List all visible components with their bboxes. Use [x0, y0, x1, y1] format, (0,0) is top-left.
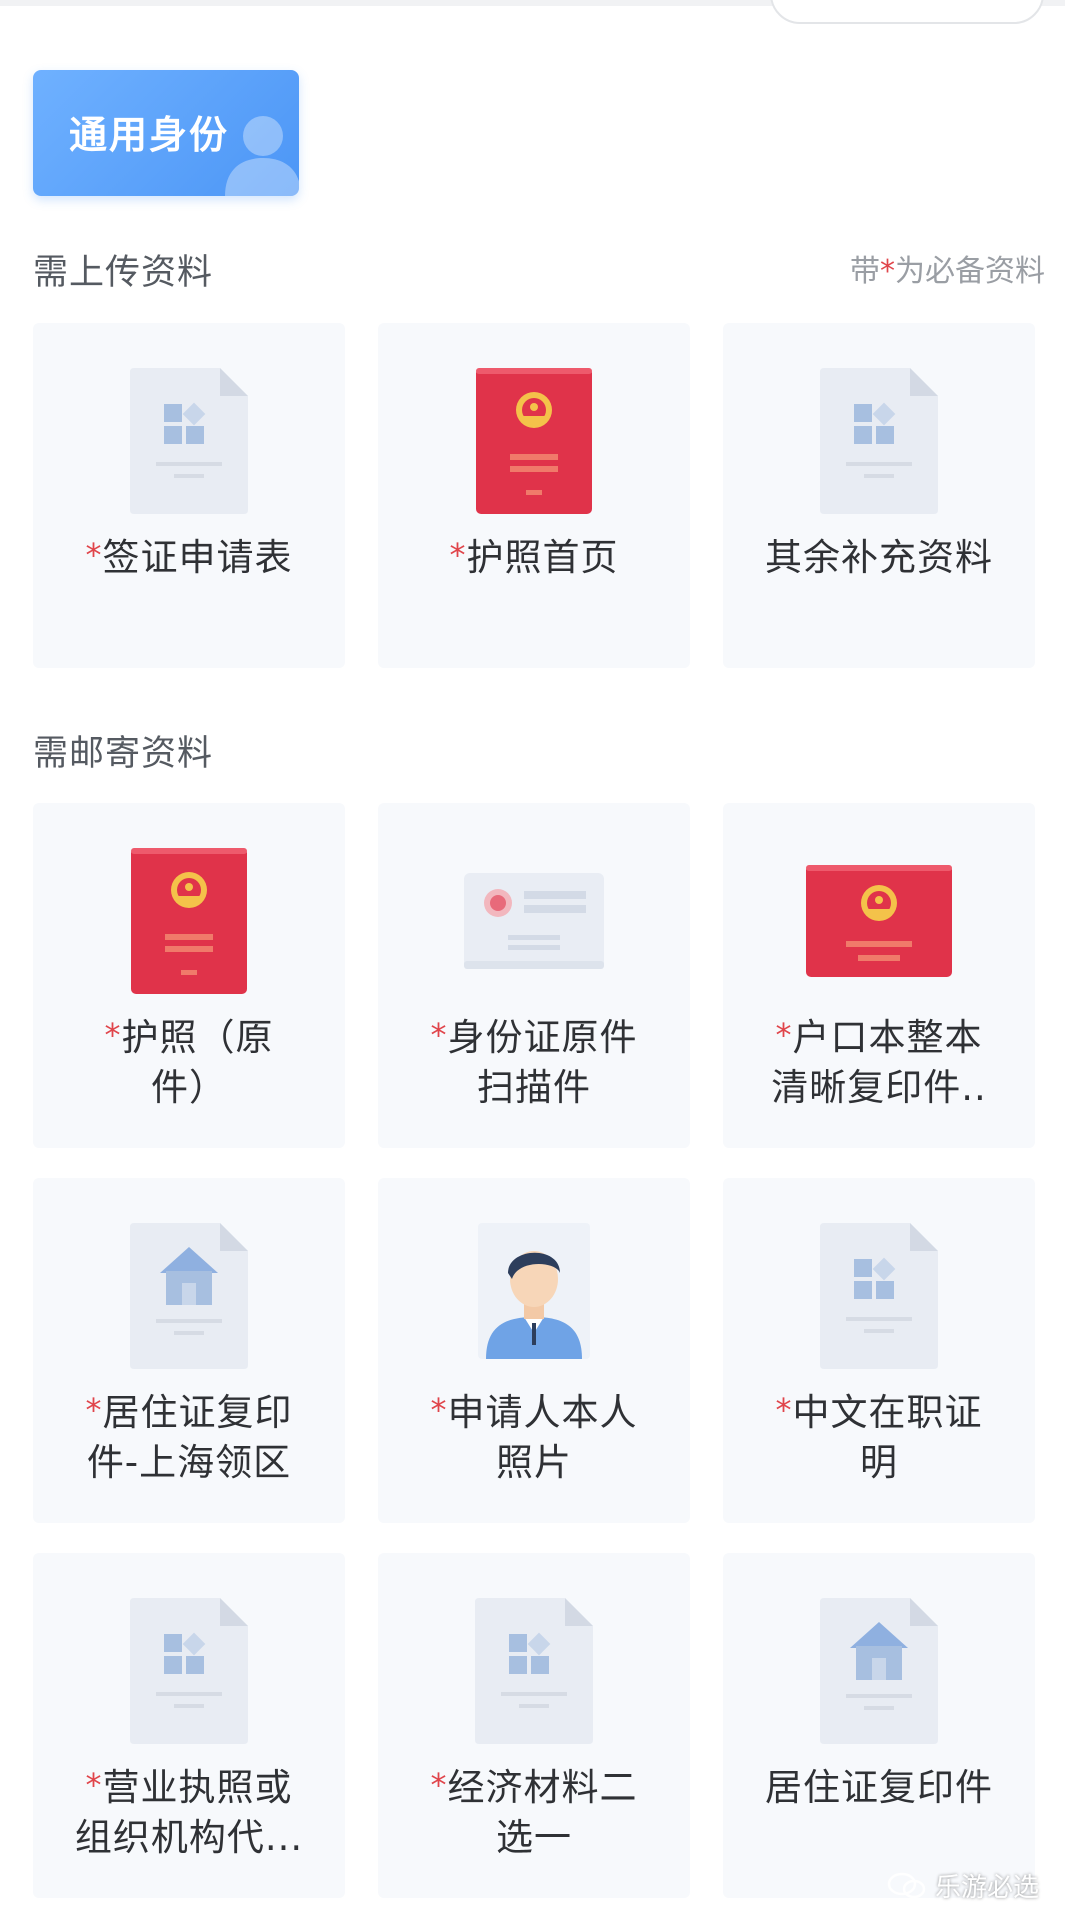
card-employment-certificate[interactable]: *中文在职证 明 [723, 1178, 1035, 1523]
card-visa-application-form[interactable]: *签证申请表 [33, 323, 345, 668]
card-caption: 其余补充资料 [733, 533, 1025, 583]
house-document-icon [130, 1223, 248, 1369]
card-caption: *中文在职证 明 [733, 1388, 1025, 1488]
card-label-line2: 选一 [496, 1816, 572, 1859]
passport-icon [131, 848, 247, 994]
card-business-license[interactable]: *营业执照或 组织机构代... [33, 1553, 345, 1898]
search-pill[interactable] [770, 0, 1044, 24]
mail-section-title: 需邮寄资料 [33, 734, 214, 774]
required-star: * [85, 1766, 103, 1804]
card-caption: 居住证复印件 [733, 1763, 1025, 1813]
card-caption-line1: *中文在职证 [733, 1388, 1025, 1438]
identity-tab-label: 通用身份 [69, 113, 230, 157]
required-star: * [775, 1016, 793, 1054]
card-caption-line1: *身份证原件 [388, 1013, 680, 1063]
document-icon [475, 1598, 593, 1744]
card-passport-first-page[interactable]: *护照首页 [378, 323, 690, 668]
required-note: 带*为必备资料 [850, 246, 1045, 290]
person-photo-icon [478, 1223, 590, 1359]
card-caption: *签证申请表 [43, 533, 335, 583]
card-label-line2: 件） [151, 1066, 227, 1109]
watermark-text: 乐游必选 [934, 1873, 1039, 1903]
card-applicant-photo[interactable]: *申请人本人 照片 [378, 1178, 690, 1523]
card-caption-line1: *户口本整本 [733, 1013, 1025, 1063]
required-star: * [104, 1016, 122, 1054]
card-caption: *户口本整本 清晰复印件.. [733, 1013, 1025, 1113]
card-household-register[interactable]: *户口本整本 清晰复印件.. [723, 803, 1035, 1148]
card-caption-line1: *申请人本人 [388, 1388, 680, 1438]
card-caption: *护照首页 [388, 533, 680, 583]
required-note-suffix: 为必备资料 [895, 254, 1045, 289]
card-label-line1: 申请人本人 [447, 1391, 638, 1434]
card-label-line1: 居住证复印 [102, 1391, 293, 1434]
card-id-card-scan[interactable]: *身份证原件 扫描件 [378, 803, 690, 1148]
card-caption-line1: *居住证复印 [43, 1388, 335, 1438]
card-label-line1: 身份证原件 [447, 1016, 638, 1059]
required-note-prefix: 带 [850, 254, 880, 289]
card-label-line1: 中文在职证 [792, 1391, 983, 1434]
card-label-line2: 清晰复印件.. [771, 1066, 987, 1109]
card-caption: *居住证复印 件-上海领区 [43, 1388, 335, 1488]
document-icon [130, 368, 248, 514]
card-caption: *护照（原 件） [43, 1013, 335, 1113]
document-icon [820, 1223, 938, 1369]
required-star: * [430, 1391, 448, 1429]
card-label-line2: 组织机构代... [74, 1816, 304, 1859]
card-label-line1: 护照（原 [121, 1016, 274, 1059]
card-label-line1: 签证申请表 [102, 536, 293, 579]
passport-icon [476, 368, 592, 514]
required-star: * [85, 536, 103, 574]
card-caption: *经济材料二 选一 [388, 1763, 680, 1863]
card-caption: *申请人本人 照片 [388, 1388, 680, 1488]
document-icon [820, 368, 938, 514]
card-label-line2: 扫描件 [477, 1066, 591, 1109]
card-passport-original[interactable]: *护照（原 件） [33, 803, 345, 1148]
card-label-line1: 营业执照或 [102, 1766, 293, 1809]
upload-section-title: 需上传资料 [33, 253, 214, 293]
required-note-star: * [880, 254, 895, 289]
card-label-line1: 经济材料二 [447, 1766, 638, 1809]
card-other-supplementary[interactable]: 其余补充资料 [723, 323, 1035, 668]
card-label-line2: 明 [860, 1441, 898, 1484]
card-financial-materials[interactable]: *经济材料二 选一 [378, 1553, 690, 1898]
card-label-line1: 护照首页 [466, 536, 619, 579]
card-caption-line1: *经济材料二 [388, 1763, 680, 1813]
person-silhouette-icon [225, 116, 299, 196]
card-caption-line1: *营业执照或 [43, 1763, 335, 1813]
card-caption: *身份证原件 扫描件 [388, 1013, 680, 1113]
card-label-line1: 居住证复印件 [765, 1766, 993, 1809]
card-residence-permit-copy[interactable]: 居住证复印件 [723, 1553, 1035, 1898]
card-label-line2: 件-上海领区 [86, 1441, 292, 1484]
card-caption: *营业执照或 组织机构代... [43, 1763, 335, 1863]
card-residence-permit-copy-shanghai[interactable]: *居住证复印 件-上海领区 [33, 1178, 345, 1523]
household-book-icon [806, 865, 952, 977]
required-star: * [430, 1016, 448, 1054]
required-star: * [85, 1391, 103, 1429]
required-star: * [430, 1766, 448, 1804]
document-icon [130, 1598, 248, 1744]
required-star: * [449, 536, 467, 574]
card-caption-line1: *护照（原 [43, 1013, 335, 1063]
card-label-line1: 其余补充资料 [765, 536, 993, 579]
card-caption-line1: 居住证复印件 [733, 1763, 1025, 1813]
watermark: 乐游必选 [887, 1867, 1039, 1904]
card-label-line2: 照片 [496, 1441, 572, 1484]
identity-tab-general[interactable]: 通用身份 [33, 70, 299, 196]
wechat-icon [887, 1872, 926, 1898]
house-document-icon [820, 1598, 938, 1744]
card-label-line1: 户口本整本 [792, 1016, 983, 1059]
required-star: * [775, 1391, 793, 1429]
id-card-icon [464, 873, 604, 969]
